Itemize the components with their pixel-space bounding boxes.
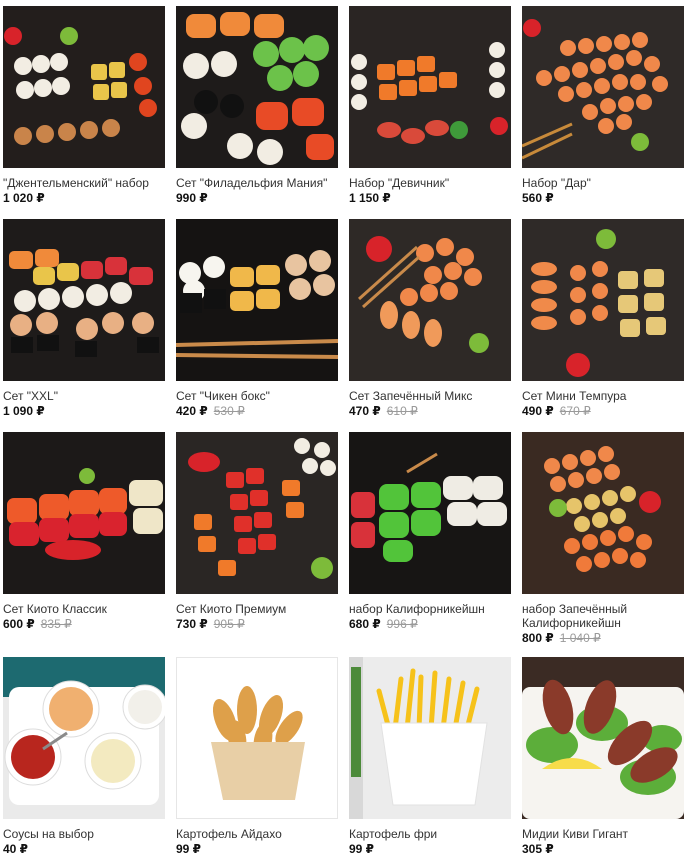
product-price: 990 ₽ bbox=[176, 191, 208, 205]
product-price: 420 ₽ bbox=[176, 404, 208, 418]
product-image[interactable] bbox=[522, 657, 684, 819]
product-card[interactable]: Сет Мини Темпура 490 ₽ 670 ₽ bbox=[522, 219, 684, 418]
product-name[interactable]: Набор "Дар" bbox=[522, 176, 684, 190]
product-price: 1 150 ₽ bbox=[349, 191, 391, 205]
product-name[interactable]: Сет Киото Премиум bbox=[176, 602, 338, 616]
product-image[interactable] bbox=[176, 6, 338, 168]
product-name[interactable]: Соусы на выбор bbox=[3, 827, 165, 841]
product-name[interactable]: Сет Мини Темпура bbox=[522, 389, 684, 403]
product-price: 305 ₽ bbox=[522, 842, 554, 856]
product-name[interactable]: Сет "Чикен бокс" bbox=[176, 389, 338, 403]
product-card[interactable]: Сет "XXL" 1 090 ₽ bbox=[3, 219, 165, 418]
product-name[interactable]: Набор "Девичник" bbox=[349, 176, 511, 190]
product-card[interactable]: Набор "Девичник" 1 150 ₽ bbox=[349, 6, 511, 205]
product-card[interactable]: Набор "Дар" 560 ₽ bbox=[522, 6, 684, 205]
product-price: 800 ₽ bbox=[522, 631, 554, 645]
product-image[interactable] bbox=[522, 219, 684, 381]
product-image[interactable] bbox=[349, 219, 511, 381]
product-price: 490 ₽ bbox=[522, 404, 554, 418]
product-image[interactable] bbox=[3, 657, 165, 819]
product-card[interactable]: Сет "Филадельфия Мания" 990 ₽ bbox=[176, 6, 338, 205]
product-old-price: 610 ₽ bbox=[386, 404, 418, 418]
product-price: 470 ₽ bbox=[349, 404, 381, 418]
product-name[interactable]: Картофель фри bbox=[349, 827, 511, 841]
product-price: 1 090 ₽ bbox=[3, 404, 45, 418]
product-price: 1 020 ₽ bbox=[3, 191, 45, 205]
product-image[interactable] bbox=[176, 219, 338, 381]
product-price: 99 ₽ bbox=[349, 842, 375, 856]
product-card[interactable]: набор Запечённый Калифорникейшн 800 ₽ 1 0… bbox=[522, 432, 684, 645]
product-old-price: 905 ₽ bbox=[213, 617, 245, 631]
product-card[interactable]: Картофель фри 99 ₽ bbox=[349, 657, 511, 856]
product-grid: "Джентельменский" набор 1 020 ₽ Сет "Фил… bbox=[0, 0, 688, 864]
product-price: 560 ₽ bbox=[522, 191, 554, 205]
product-name[interactable]: Сет Запечённый Микс bbox=[349, 389, 511, 403]
product-old-price: 1 040 ₽ bbox=[559, 631, 601, 645]
product-image[interactable] bbox=[522, 6, 684, 168]
product-card[interactable]: Мидии Киви Гигант 305 ₽ bbox=[522, 657, 684, 856]
product-image[interactable] bbox=[176, 657, 338, 819]
product-card[interactable]: Сет Киото Классик 600 ₽ 835 ₽ bbox=[3, 432, 165, 631]
product-price: 730 ₽ bbox=[176, 617, 208, 631]
product-image[interactable] bbox=[3, 219, 165, 381]
product-card[interactable]: набор Калифорникейшн 680 ₽ 996 ₽ bbox=[349, 432, 511, 631]
product-price: 40 ₽ bbox=[3, 842, 29, 856]
product-name[interactable]: Сет "Филадельфия Мания" bbox=[176, 176, 338, 190]
product-image[interactable] bbox=[349, 432, 511, 594]
product-old-price: 996 ₽ bbox=[386, 617, 418, 631]
product-old-price: 670 ₽ bbox=[559, 404, 591, 418]
product-name[interactable]: Сет "XXL" bbox=[3, 389, 165, 403]
product-old-price: 835 ₽ bbox=[40, 617, 72, 631]
product-card[interactable]: Сет Киото Премиум 730 ₽ 905 ₽ bbox=[176, 432, 338, 631]
product-name[interactable]: "Джентельменский" набор bbox=[3, 176, 165, 190]
product-card[interactable]: Сет "Чикен бокс" 420 ₽ 530 ₽ bbox=[176, 219, 338, 418]
product-price: 99 ₽ bbox=[176, 842, 202, 856]
product-image[interactable] bbox=[349, 657, 511, 819]
product-image[interactable] bbox=[3, 6, 165, 168]
product-image[interactable] bbox=[3, 432, 165, 594]
product-name[interactable]: Картофель Айдахо bbox=[176, 827, 338, 841]
product-card[interactable]: Картофель Айдахо 99 ₽ bbox=[176, 657, 338, 856]
product-card[interactable]: Сет Запечённый Микс 470 ₽ 610 ₽ bbox=[349, 219, 511, 418]
product-card[interactable]: Соусы на выбор 40 ₽ bbox=[3, 657, 165, 856]
product-name[interactable]: набор Запечённый Калифорникейшн bbox=[522, 602, 684, 630]
product-image[interactable] bbox=[522, 432, 684, 594]
product-name[interactable]: Сет Киото Классик bbox=[3, 602, 165, 616]
product-price: 600 ₽ bbox=[3, 617, 35, 631]
product-card[interactable]: "Джентельменский" набор 1 020 ₽ bbox=[3, 6, 165, 205]
product-name[interactable]: набор Калифорникейшн bbox=[349, 602, 511, 616]
product-name[interactable]: Мидии Киви Гигант bbox=[522, 827, 684, 841]
product-image[interactable] bbox=[176, 432, 338, 594]
product-image[interactable] bbox=[349, 6, 511, 168]
product-old-price: 530 ₽ bbox=[213, 404, 245, 418]
product-price: 680 ₽ bbox=[349, 617, 381, 631]
